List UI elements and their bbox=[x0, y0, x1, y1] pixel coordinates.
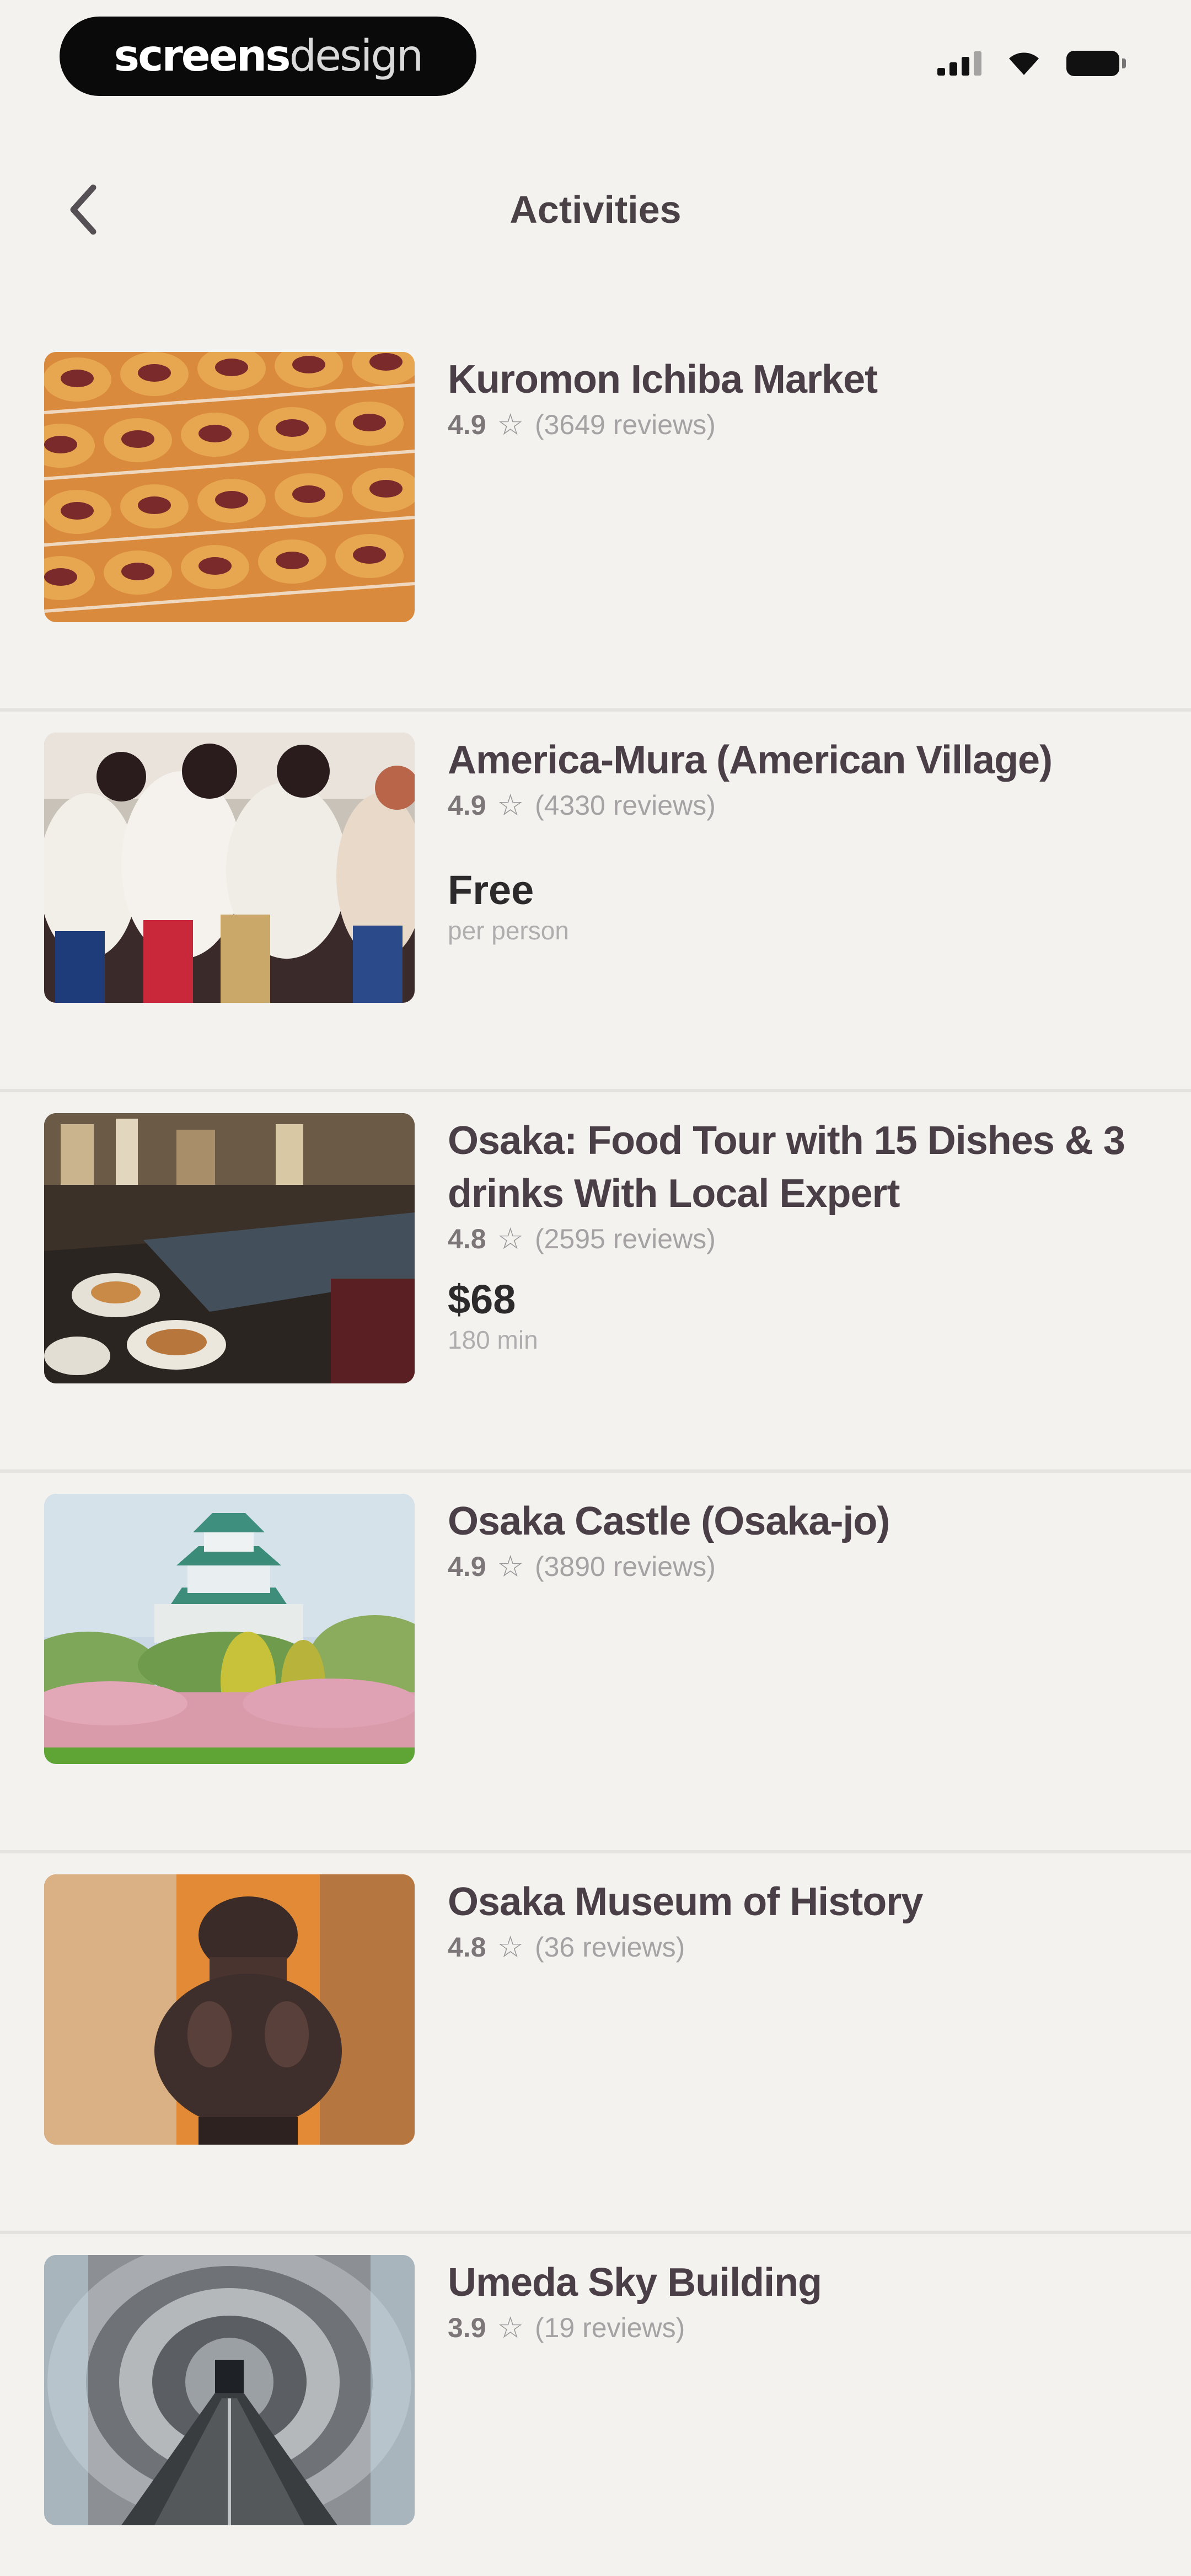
star-icon: ☆ bbox=[497, 1222, 524, 1255]
page-title: Activities bbox=[509, 188, 682, 231]
activity-image-museum bbox=[44, 1874, 415, 2145]
activity-info: Kuromon Ichiba Market 4.9 ☆ (3649 review… bbox=[448, 353, 1165, 442]
rating-value: 3.9 bbox=[448, 2312, 486, 2343]
rating-value: 4.9 bbox=[448, 789, 486, 821]
activity-title: Osaka: Food Tour with 15 Dishes & 3 drin… bbox=[448, 1119, 1125, 1216]
battery-icon bbox=[1066, 51, 1126, 76]
price-label: $68 bbox=[448, 1276, 516, 1322]
price-label: Free bbox=[448, 867, 534, 913]
activity-item-osaka-castle[interactable]: Osaka Castle (Osaka-jo) 4.9 ☆ (3890 revi… bbox=[0, 1473, 1191, 1853]
activity-image-sky-building bbox=[44, 2255, 415, 2525]
activity-info: Osaka Museum of History 4.8 ☆ (36 review… bbox=[448, 1875, 1165, 1964]
star-icon: ☆ bbox=[497, 1550, 524, 1583]
activity-info: America-Mura (American Village) 4.9 ☆ (4… bbox=[448, 734, 1165, 945]
review-count: (3649 reviews) bbox=[534, 409, 716, 440]
activity-title: Kuromon Ichiba Market bbox=[448, 357, 878, 402]
rating-value: 4.8 bbox=[448, 1223, 486, 1254]
rating-row: 4.8 ☆ (2595 reviews) bbox=[448, 1221, 1165, 1256]
activities-screen: screens design Activities Kuromon Ichiba… bbox=[0, 0, 1191, 2576]
star-icon: ☆ bbox=[497, 2311, 524, 2344]
rating-row: 4.8 ☆ (36 reviews) bbox=[448, 1930, 1165, 1964]
activity-image-market bbox=[44, 352, 415, 622]
activity-title: Osaka Castle (Osaka-jo) bbox=[448, 1499, 890, 1543]
brand-logo-light: design bbox=[289, 31, 424, 81]
review-count: (19 reviews) bbox=[534, 2312, 685, 2343]
price-unit: 180 min bbox=[448, 1326, 538, 1354]
brand-logo: screens design bbox=[60, 17, 476, 96]
review-count: (2595 reviews) bbox=[534, 1223, 716, 1254]
activity-image-american-village bbox=[44, 733, 415, 1003]
activity-item-osaka-food-tour[interactable]: Osaka: Food Tour with 15 Dishes & 3 drin… bbox=[0, 1092, 1191, 1473]
wifi-icon bbox=[1009, 52, 1039, 75]
activity-info: Osaka Castle (Osaka-jo) 4.9 ☆ (3890 revi… bbox=[448, 1495, 1165, 1584]
activity-item-osaka-museum-of-history[interactable]: Osaka Museum of History 4.8 ☆ (36 review… bbox=[0, 1853, 1191, 2234]
activity-item-america-mura[interactable]: America-Mura (American Village) 4.9 ☆ (4… bbox=[0, 712, 1191, 1092]
star-icon: ☆ bbox=[497, 789, 524, 822]
activity-image-castle bbox=[44, 1494, 415, 1764]
activity-item-umeda-sky-building[interactable]: Umeda Sky Building 3.9 ☆ (19 reviews) bbox=[0, 2234, 1191, 2576]
activity-list: Kuromon Ichiba Market 4.9 ☆ (3649 review… bbox=[0, 331, 1191, 2576]
review-count: (4330 reviews) bbox=[534, 789, 716, 821]
status-icons bbox=[937, 51, 1126, 76]
star-icon: ☆ bbox=[497, 1931, 524, 1964]
nav-bar: Activities bbox=[0, 149, 1191, 270]
rating-row: 4.9 ☆ (3890 reviews) bbox=[448, 1549, 1165, 1584]
activity-title: Osaka Museum of History bbox=[448, 1880, 923, 1924]
rating-value: 4.8 bbox=[448, 1931, 486, 1963]
signal-icon bbox=[937, 51, 981, 76]
rating-value: 4.9 bbox=[448, 1551, 486, 1582]
activity-item-kuromon-ichiba-market[interactable]: Kuromon Ichiba Market 4.9 ☆ (3649 review… bbox=[0, 331, 1191, 712]
rating-value: 4.9 bbox=[448, 409, 486, 440]
price-unit: per person bbox=[448, 916, 569, 945]
status-bar: screens design bbox=[0, 0, 1191, 121]
rating-row: 4.9 ☆ (3649 reviews) bbox=[448, 407, 1165, 442]
activity-info: Umeda Sky Building 3.9 ☆ (19 reviews) bbox=[448, 2256, 1165, 2345]
star-icon: ☆ bbox=[497, 408, 524, 441]
activity-title: Umeda Sky Building bbox=[448, 2260, 822, 2305]
brand-logo-bold: screens bbox=[114, 31, 291, 81]
activity-image-food-tour bbox=[44, 1113, 415, 1383]
review-count: (3890 reviews) bbox=[534, 1551, 716, 1582]
activity-title: America-Mura (American Village) bbox=[448, 738, 1053, 782]
rating-row: 4.9 ☆ (4330 reviews) bbox=[448, 788, 1165, 822]
activity-info: Osaka: Food Tour with 15 Dishes & 3 drin… bbox=[448, 1114, 1165, 1355]
rating-row: 3.9 ☆ (19 reviews) bbox=[448, 2310, 1165, 2345]
review-count: (36 reviews) bbox=[534, 1931, 685, 1963]
